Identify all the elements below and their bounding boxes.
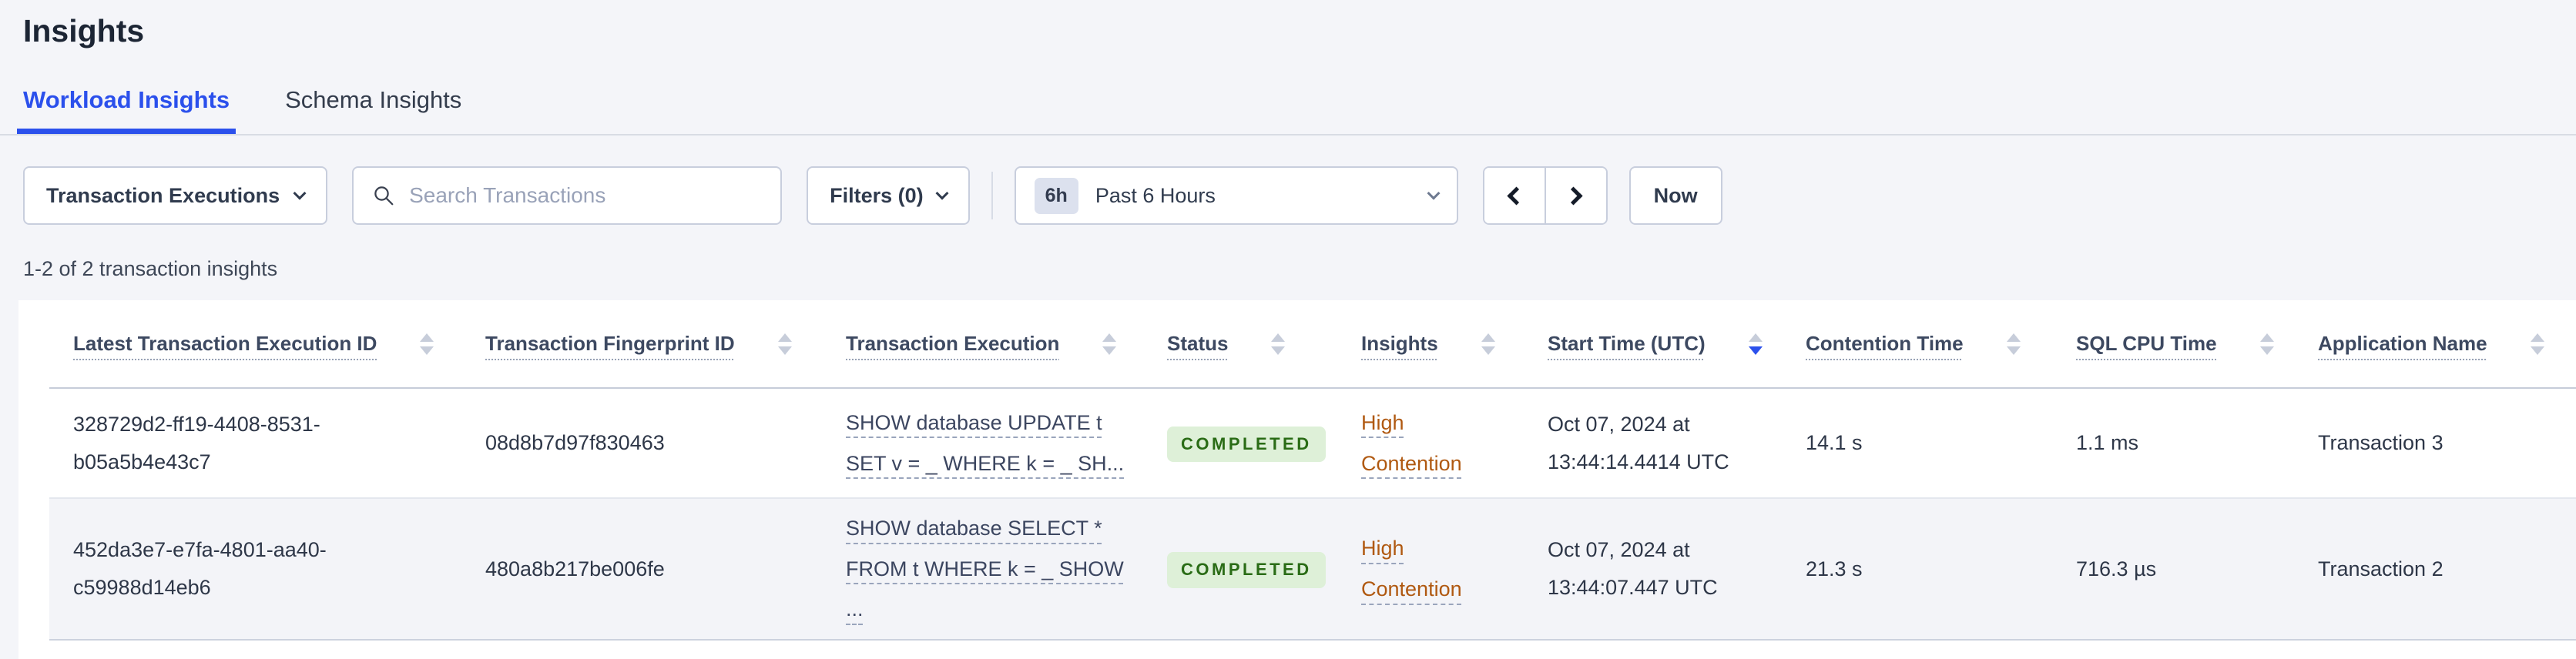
- chevron-right-icon: [1564, 186, 1583, 206]
- column-header-transaction-fingerprint-id[interactable]: Transaction Fingerprint ID: [485, 332, 846, 356]
- status-badge: COMPLETED: [1167, 552, 1326, 588]
- search-icon: [374, 186, 394, 206]
- column-header-latest-transaction-execution-id[interactable]: Latest Transaction Execution ID: [49, 332, 485, 356]
- column-header-transaction-execution[interactable]: Transaction Execution: [846, 332, 1167, 356]
- filters-button[interactable]: Filters (0): [807, 166, 970, 225]
- sort-icon-active-desc: [1748, 333, 1763, 355]
- column-header-application-name[interactable]: Application Name: [2318, 332, 2576, 356]
- insight-link[interactable]: High Contention: [1361, 411, 1462, 475]
- column-header-insights[interactable]: Insights: [1361, 332, 1548, 356]
- toolbar: Transaction Executions Filters (0) 6h Pa…: [23, 166, 2576, 225]
- cell-execution-id: 452da3e7-e7fa-4801-aa40- c59988d14eb6: [73, 538, 327, 599]
- sort-icon: [2530, 333, 2544, 355]
- tab-workload-insights[interactable]: Workload Insights: [17, 85, 236, 134]
- search-input[interactable]: [409, 183, 763, 208]
- insights-page: Insights Workload Insights Schema Insigh…: [0, 0, 2576, 659]
- sort-icon: [777, 333, 792, 355]
- time-pager: [1482, 166, 1608, 225]
- sort-icon: [2259, 333, 2274, 355]
- cell-execution-id: 328729d2-ff19-4408-8531- b05a5b4e43c7: [73, 412, 320, 473]
- filters-button-label: Filters (0): [830, 183, 924, 207]
- cell-contention-time: 21.3 s: [1806, 557, 1863, 580]
- cell-contention-time: 14.1 s: [1806, 431, 1863, 455]
- sort-icon: [1481, 333, 1495, 355]
- now-button[interactable]: Now: [1628, 166, 1722, 225]
- sort-icon: [1271, 333, 1286, 355]
- status-badge: COMPLETED: [1167, 426, 1326, 463]
- column-header-status[interactable]: Status: [1167, 332, 1361, 356]
- insights-table: Latest Transaction Execution ID Transact…: [18, 300, 2576, 659]
- insight-link[interactable]: High Contention: [1361, 537, 1462, 600]
- table-row: 328729d2-ff19-4408-8531- b05a5b4e43c7 08…: [49, 389, 2576, 499]
- table-row: 452da3e7-e7fa-4801-aa40- c59988d14eb6 48…: [49, 499, 2576, 641]
- time-next-button[interactable]: [1545, 168, 1606, 223]
- chevron-down-icon: [293, 186, 307, 200]
- search-box[interactable]: [352, 166, 783, 225]
- insight-type-dropdown-label: Transaction Executions: [46, 183, 280, 207]
- time-prev-button[interactable]: [1484, 168, 1545, 223]
- cell-sql-cpu-time: 1.1 ms: [2076, 431, 2139, 455]
- column-header-start-time[interactable]: Start Time (UTC): [1548, 332, 1806, 356]
- column-header-contention-time[interactable]: Contention Time: [1806, 332, 2076, 356]
- cell-fingerprint-id: 480a8b217be006fe: [485, 557, 665, 580]
- sort-icon: [2006, 333, 2021, 355]
- chevron-down-icon: [935, 186, 949, 200]
- table-header-row: Latest Transaction Execution ID Transact…: [49, 300, 2576, 389]
- page-title: Insights: [23, 13, 145, 49]
- sort-icon: [420, 333, 434, 355]
- cell-start-time: Oct 07, 2024 at 13:44:14.4414 UTC: [1548, 412, 1729, 473]
- transaction-execution-link[interactable]: SHOW database SELECT * FROM t WHERE k = …: [846, 517, 1124, 621]
- chevron-down-icon: [1427, 186, 1441, 200]
- transaction-execution-link[interactable]: SHOW database UPDATE t SET v = _ WHERE k…: [846, 411, 1124, 475]
- cell-sql-cpu-time: 716.3 µs: [2076, 557, 2157, 580]
- time-range-chip: 6h: [1034, 177, 1078, 214]
- tab-schema-insights[interactable]: Schema Insights: [279, 85, 468, 134]
- toolbar-divider: [991, 172, 993, 219]
- results-summary: 1-2 of 2 transaction insights: [23, 257, 278, 280]
- chevron-left-icon: [1507, 186, 1526, 206]
- sort-icon: [1102, 333, 1117, 355]
- tab-bar: Workload Insights Schema Insights: [0, 85, 2576, 135]
- cell-application-name: Transaction 2: [2318, 557, 2444, 580]
- cell-start-time: Oct 07, 2024 at 13:44:07.447 UTC: [1548, 538, 1718, 599]
- cell-fingerprint-id: 08d8b7d97f830463: [485, 431, 665, 455]
- column-header-sql-cpu-time[interactable]: SQL CPU Time: [2076, 332, 2318, 356]
- cell-application-name: Transaction 3: [2318, 431, 2444, 455]
- time-range-label: Past 6 Hours: [1095, 183, 1216, 207]
- time-range-dropdown[interactable]: 6h Past 6 Hours: [1014, 166, 1458, 225]
- insight-type-dropdown[interactable]: Transaction Executions: [23, 166, 328, 225]
